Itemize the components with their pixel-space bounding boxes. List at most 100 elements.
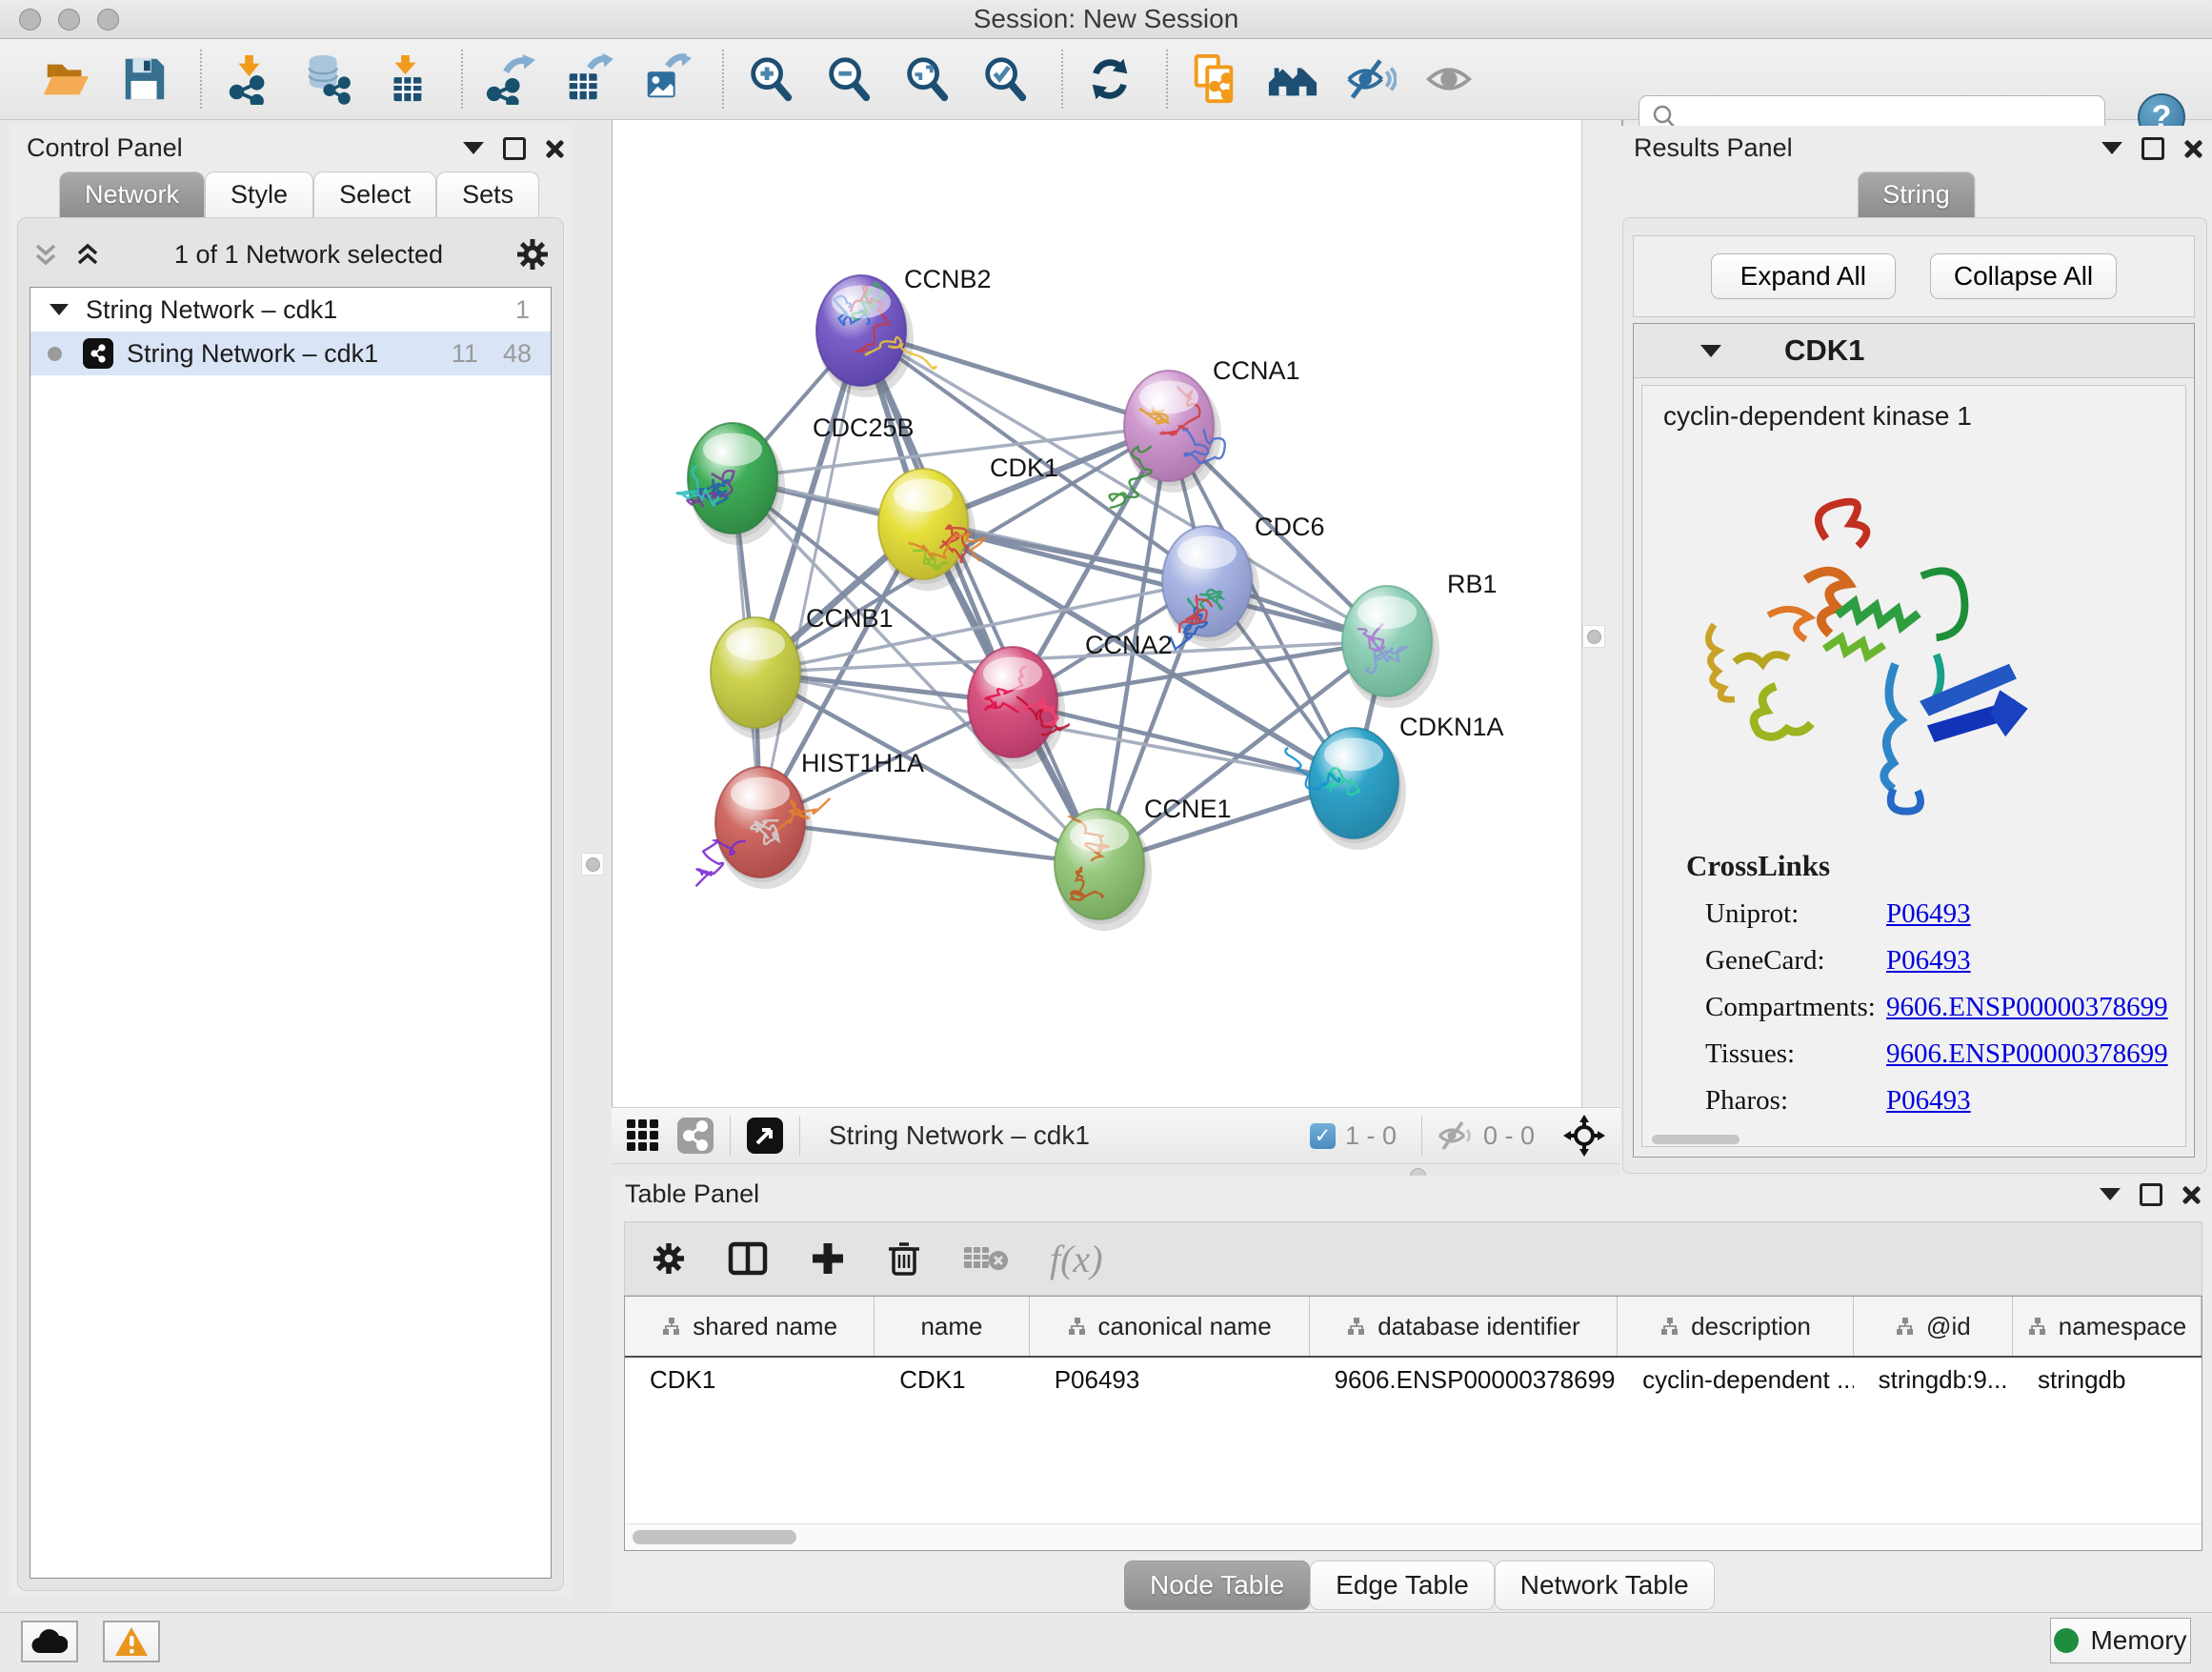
show-hide-columns-button[interactable] bbox=[728, 1241, 768, 1276]
tab-network[interactable]: Network bbox=[59, 171, 205, 217]
table-cell[interactable]: stringdb bbox=[2013, 1358, 2202, 1401]
memory-button[interactable]: Memory bbox=[2050, 1618, 2191, 1663]
node-result-header[interactable]: CDK1 bbox=[1634, 324, 2194, 378]
gear-icon[interactable] bbox=[515, 237, 550, 272]
network-view[interactable]: CCNB2CCNA1CDC25BCDK1CDC6RB1CCNB1CCNA2CDK… bbox=[612, 120, 1582, 1107]
node-label-HIST1H1A: HIST1H1A bbox=[801, 749, 924, 777]
save-floppy-icon bbox=[118, 53, 170, 105]
table-row[interactable]: CDK1CDK1P064939606.ENSP00000378699cyclin… bbox=[625, 1358, 2202, 1401]
network-share-icon[interactable] bbox=[676, 1117, 714, 1155]
scrollbar-thumb[interactable] bbox=[633, 1530, 796, 1544]
delete-table-button[interactable] bbox=[962, 1243, 1008, 1274]
crosshair-icon[interactable] bbox=[1561, 1113, 1607, 1158]
tab-node-table[interactable]: Node Table bbox=[1124, 1561, 1310, 1610]
crosslink-link[interactable]: 9606.ENSP00000378699 bbox=[1886, 1038, 2168, 1069]
network-icon bbox=[83, 338, 113, 369]
collapse-all-icon[interactable] bbox=[31, 240, 60, 269]
maximize-panel-icon[interactable] bbox=[2140, 1183, 2162, 1206]
grid-view-icon[interactable] bbox=[625, 1118, 661, 1154]
export-network-button[interactable] bbox=[482, 51, 537, 107]
maximize-panel-icon[interactable] bbox=[503, 137, 526, 160]
tab-network-table[interactable]: Network Table bbox=[1495, 1561, 1715, 1610]
export-table-button[interactable] bbox=[560, 51, 615, 107]
open-session-button[interactable] bbox=[38, 51, 93, 107]
apply-function-button[interactable]: f(x) bbox=[1050, 1237, 1103, 1281]
export-table-icon bbox=[562, 53, 613, 105]
tab-style[interactable]: Style bbox=[205, 171, 313, 217]
tab-sets[interactable]: Sets bbox=[436, 171, 539, 217]
warning-status-button[interactable] bbox=[103, 1621, 160, 1662]
node-label-CCNB1: CCNB1 bbox=[806, 604, 894, 633]
table-cell[interactable]: CDK1 bbox=[625, 1358, 875, 1401]
tab-edge-table[interactable]: Edge Table bbox=[1310, 1561, 1495, 1610]
network-node-CCNA2 bbox=[968, 647, 1069, 769]
create-column-button[interactable] bbox=[810, 1240, 846, 1277]
column-header[interactable]: canonical name bbox=[1030, 1297, 1310, 1356]
import-network-file-button[interactable] bbox=[221, 51, 276, 107]
float-panel-icon[interactable] bbox=[2101, 142, 2122, 154]
column-header[interactable]: shared name bbox=[625, 1297, 875, 1356]
selected-checkbox-icon[interactable]: ✓ bbox=[1310, 1123, 1336, 1149]
column-header[interactable]: database identifier bbox=[1310, 1297, 1619, 1356]
close-panel-icon[interactable] bbox=[2182, 1185, 2201, 1204]
minimize-window-button[interactable] bbox=[58, 9, 80, 30]
table-cell[interactable]: cyclin-dependent ... bbox=[1618, 1358, 1853, 1401]
column-header[interactable]: namespace bbox=[2013, 1297, 2202, 1356]
houses-icon bbox=[1267, 53, 1318, 105]
crosslink-link[interactable]: P06493 bbox=[1886, 898, 1971, 929]
import-table-file-button[interactable] bbox=[377, 51, 432, 107]
crosslink-link[interactable]: P06493 bbox=[1886, 1085, 1971, 1116]
column-header[interactable]: description bbox=[1618, 1297, 1853, 1356]
expand-all-button[interactable]: Expand All bbox=[1711, 253, 1896, 299]
delete-column-button[interactable] bbox=[888, 1240, 920, 1277]
zoom-in-button[interactable] bbox=[743, 51, 798, 107]
save-session-button[interactable] bbox=[116, 51, 171, 107]
cloud-status-button[interactable] bbox=[21, 1621, 78, 1662]
float-panel-icon[interactable] bbox=[2100, 1188, 2121, 1200]
column-header[interactable]: @id bbox=[1854, 1297, 2013, 1356]
close-window-button[interactable] bbox=[19, 9, 41, 30]
network-row[interactable]: String Network – cdk1 11 48 bbox=[30, 332, 551, 375]
crosslink-link[interactable]: 9606.ENSP00000378699 bbox=[1886, 992, 2168, 1022]
right-splitter-handle[interactable] bbox=[1582, 625, 1605, 648]
maximize-panel-icon[interactable] bbox=[2142, 137, 2164, 160]
table-cell[interactable]: CDK1 bbox=[875, 1358, 1029, 1401]
zoom-out-button[interactable] bbox=[821, 51, 876, 107]
import-network-database-button[interactable] bbox=[299, 51, 354, 107]
table-cell[interactable]: stringdb:9... bbox=[1854, 1358, 2013, 1401]
node-table[interactable]: shared namenamecanonical namedatabase id… bbox=[624, 1296, 2202, 1551]
collection-label: String Network – cdk1 bbox=[86, 295, 337, 325]
column-type-icon bbox=[2027, 1317, 2047, 1337]
zoom-selected-button[interactable] bbox=[977, 51, 1033, 107]
table-horizontal-scrollbar[interactable] bbox=[625, 1523, 2202, 1550]
column-settings-button[interactable] bbox=[652, 1241, 686, 1276]
network-graph[interactable]: CCNB2CCNA1CDC25BCDK1CDC6RB1CCNB1CCNA2CDK… bbox=[613, 120, 1582, 1107]
hide-selected-button[interactable] bbox=[1343, 51, 1398, 107]
column-header[interactable]: name bbox=[875, 1297, 1029, 1356]
network-collection-row[interactable]: String Network – cdk1 1 bbox=[30, 288, 551, 332]
table-cell[interactable]: 9606.ENSP00000378699 bbox=[1310, 1358, 1619, 1401]
show-all-button[interactable] bbox=[1421, 51, 1477, 107]
close-panel-icon[interactable] bbox=[2183, 139, 2202, 158]
crosslink-link[interactable]: P06493 bbox=[1886, 945, 1971, 976]
expand-all-icon[interactable] bbox=[73, 240, 102, 269]
section-expander-icon[interactable] bbox=[1700, 345, 1721, 357]
tab-select[interactable]: Select bbox=[313, 171, 436, 217]
open-in-window-icon[interactable] bbox=[746, 1117, 784, 1155]
first-neighbors-button[interactable] bbox=[1265, 51, 1320, 107]
collection-expander-icon[interactable] bbox=[50, 304, 69, 315]
tab-string[interactable]: String bbox=[1857, 171, 1976, 217]
left-splitter-handle[interactable] bbox=[581, 853, 604, 876]
collapse-all-button[interactable]: Collapse All bbox=[1930, 253, 2117, 299]
table-cell[interactable]: P06493 bbox=[1030, 1358, 1310, 1401]
update-network-button[interactable] bbox=[1082, 51, 1137, 107]
node-result-section: CDK1 cyclin-dependent kinase 1 bbox=[1633, 323, 2195, 1158]
column-type-icon bbox=[1346, 1317, 1366, 1337]
results-scrollbar-thumb[interactable] bbox=[1652, 1135, 1739, 1144]
zoom-fit-button[interactable] bbox=[899, 51, 955, 107]
float-panel-icon[interactable] bbox=[463, 142, 484, 154]
zoom-window-button[interactable] bbox=[97, 9, 119, 30]
export-image-button[interactable] bbox=[638, 51, 694, 107]
close-panel-icon[interactable] bbox=[545, 139, 564, 158]
clone-network-button[interactable] bbox=[1187, 51, 1242, 107]
